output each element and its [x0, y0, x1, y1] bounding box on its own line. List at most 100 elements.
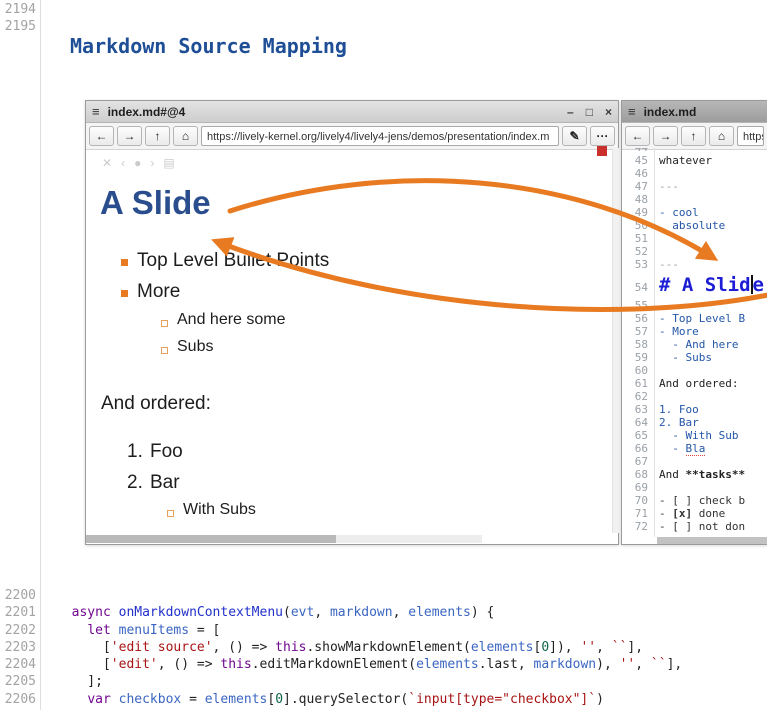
- code-token: ],: [667, 657, 683, 672]
- code-token: .last,: [479, 657, 534, 672]
- editor-line[interactable]: 56- Top Level B: [622, 312, 767, 325]
- editor-line[interactable]: 51: [622, 232, 767, 245]
- code-token: async: [72, 605, 111, 620]
- line-number: 2202: [0, 622, 56, 639]
- code-token: - And here: [659, 338, 738, 351]
- code-text: - With Sub: [659, 429, 738, 442]
- code-token: done: [692, 507, 725, 520]
- editor-line[interactable]: 49- cool: [622, 206, 767, 219]
- home-button[interactable]: ⌂: [173, 126, 198, 146]
- code-token: And: [659, 468, 686, 481]
- code-token: ,: [596, 640, 612, 655]
- editor-line[interactable]: 2206 var checkbox = elements[0].querySel…: [0, 691, 767, 708]
- editor-line[interactable]: 67: [622, 455, 767, 468]
- editor-line[interactable]: 631. Foo: [622, 403, 767, 416]
- code-text: - [ ] check b: [659, 494, 745, 507]
- editor-line[interactable]: 54# A Slide: [622, 271, 767, 299]
- expand-icon[interactable]: ✕: [102, 156, 121, 170]
- editor-line[interactable]: 62: [622, 390, 767, 403]
- window-titlebar[interactable]: ≡ index.md#@4 – □ ×: [86, 101, 618, 123]
- editor-line[interactable]: 71- [x] done: [622, 507, 767, 520]
- line-number: 2194: [0, 1, 36, 18]
- next-slide-icon[interactable]: ›: [150, 156, 163, 170]
- more-button[interactable]: ···: [590, 126, 615, 146]
- editor-line[interactable]: 59 - Subs: [622, 351, 767, 364]
- editor-line[interactable]: 70- [ ] check b: [622, 494, 767, 507]
- code-token: this: [275, 640, 306, 655]
- print-icon[interactable]: ▤: [163, 156, 183, 170]
- code-text: var checkbox = elements[0].querySelector…: [56, 692, 604, 707]
- editor-line[interactable]: 2205 ];: [0, 673, 767, 690]
- code-token: - Top Level B: [659, 312, 745, 325]
- code-token: - Subs: [659, 351, 712, 364]
- editor-line[interactable]: 2200: [0, 587, 767, 604]
- editor-line[interactable]: 52: [622, 245, 767, 258]
- editor-line[interactable]: 46: [622, 167, 767, 180]
- editor-line[interactable]: 57- More: [622, 325, 767, 338]
- menu-icon[interactable]: ≡: [628, 104, 636, 119]
- forward-button[interactable]: →: [653, 126, 678, 146]
- close-icon[interactable]: ×: [605, 105, 612, 119]
- code-token: ].querySelector(: [283, 692, 408, 707]
- code-text: ['edit source', () => this.showMarkdownE…: [56, 640, 643, 655]
- code-token: -: [659, 507, 672, 520]
- up-button[interactable]: ↑: [145, 126, 170, 146]
- browser-toolbar: ← → ↑ ⌂ https://lively-kernel.org/lively…: [86, 123, 618, 150]
- code-token: 'edit': [111, 657, 158, 672]
- editor-line[interactable]: 48: [622, 193, 767, 206]
- editor-line[interactable]: 61And ordered:: [622, 377, 767, 390]
- editor-line[interactable]: 65 - With Sub: [622, 429, 767, 442]
- home-button[interactable]: ⌂: [709, 126, 734, 146]
- prev-slide-icon[interactable]: ‹: [121, 156, 134, 170]
- maximize-icon[interactable]: □: [586, 105, 593, 119]
- editor-line[interactable]: 55: [622, 299, 767, 312]
- code-token: elements: [408, 605, 471, 620]
- editor-line[interactable]: 58 - And here: [622, 338, 767, 351]
- up-button[interactable]: ↑: [681, 126, 706, 146]
- bullet-icon: [121, 259, 128, 266]
- back-button[interactable]: ←: [89, 126, 114, 146]
- horizontal-scrollbar-thumb[interactable]: [86, 535, 336, 543]
- slide-dot-icon[interactable]: ●: [134, 156, 150, 170]
- code-text: And ordered:: [659, 377, 738, 390]
- minimize-icon[interactable]: –: [567, 105, 574, 119]
- markdown-source-editor[interactable]: 4445whatever4647---4849- cool50 absolute…: [622, 148, 767, 537]
- code-token: - More: [659, 325, 699, 338]
- code-text: ];: [56, 674, 103, 689]
- code-text: # A Slide: [659, 281, 764, 294]
- browser-toolbar: ← → ↑ ⌂ https: [622, 123, 767, 150]
- back-button[interactable]: ←: [625, 126, 650, 146]
- forward-button[interactable]: →: [117, 126, 142, 146]
- url-input[interactable]: https: [737, 126, 764, 146]
- code-token: `input[type="checkbox"]`: [408, 692, 596, 707]
- editor-line[interactable]: 53---: [622, 258, 767, 271]
- editor-line[interactable]: 69: [622, 481, 767, 494]
- editor-line[interactable]: 66 - Bla: [622, 442, 767, 455]
- editor-line[interactable]: 2202 let menuItems = [: [0, 622, 767, 639]
- horizontal-scrollbar-thumb[interactable]: [657, 537, 767, 544]
- editor-line[interactable]: 50 absolute: [622, 219, 767, 232]
- editor-line[interactable]: 72- [ ] not don: [622, 520, 767, 533]
- editor-line[interactable]: 2201 async onMarkdownContextMenu(evt, ma…: [0, 604, 767, 621]
- editor-line[interactable]: 47---: [622, 180, 767, 193]
- code-token: ): [596, 692, 604, 707]
- editor-line[interactable]: 60: [622, 364, 767, 377]
- code-token: .showMarkdownElement(: [306, 640, 470, 655]
- code-text: And **tasks**: [659, 468, 745, 481]
- code-token: [x]: [672, 507, 692, 520]
- editor-line[interactable]: 2203 ['edit source', () => this.showMark…: [0, 639, 767, 656]
- url-input[interactable]: https://lively-kernel.org/lively4/lively…: [201, 126, 559, 146]
- editor-line[interactable]: 45whatever: [622, 154, 767, 167]
- menu-icon[interactable]: ≡: [92, 104, 100, 119]
- javascript-code-block[interactable]: 22002201 async onMarkdownContextMenu(evt…: [0, 587, 767, 708]
- line-number: 2201: [0, 604, 56, 621]
- slide-nav-controls[interactable]: ✕‹●›▤: [102, 156, 184, 170]
- code-text: - cool: [659, 206, 699, 219]
- editor-line[interactable]: 2204 ['edit', () => this.editMarkdownEle…: [0, 656, 767, 673]
- vertical-scrollbar[interactable]: [612, 148, 620, 533]
- editor-line[interactable]: 68And **tasks**: [622, 468, 767, 481]
- window-titlebar[interactable]: ≡ index.md: [622, 101, 767, 123]
- editor-line[interactable]: 642. Bar: [622, 416, 767, 429]
- edit-button[interactable]: ✎: [562, 126, 587, 146]
- code-token: (: [283, 605, 291, 620]
